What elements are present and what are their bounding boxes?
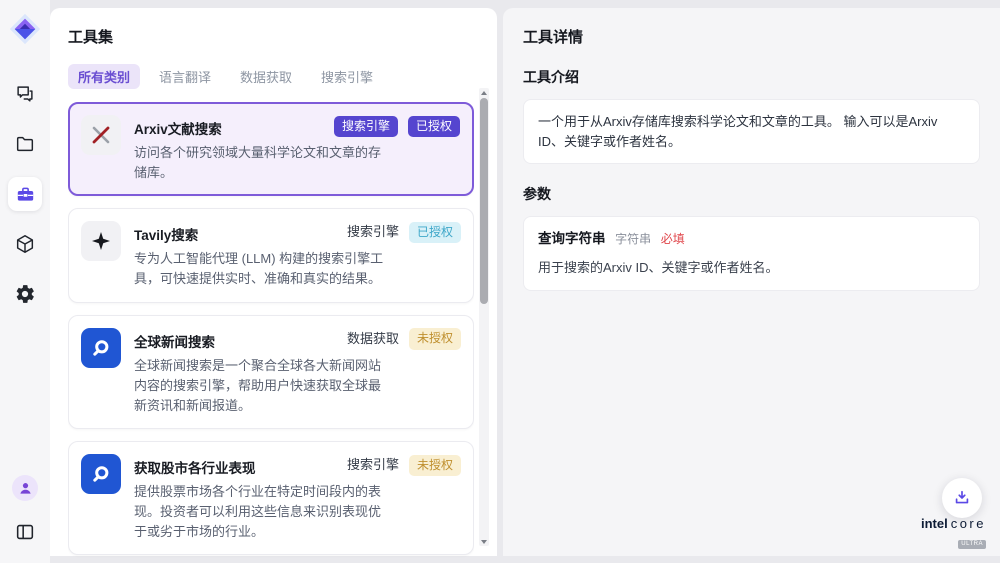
folder-icon[interactable] — [8, 127, 42, 161]
brand-intel: intel — [921, 516, 948, 531]
rail-nav — [8, 77, 42, 311]
category-badge: 搜索引擎 — [347, 221, 399, 244]
category-tab-1[interactable]: 语言翻译 — [149, 64, 221, 89]
intel-core-logo: intelcore ULTRA — [921, 515, 986, 550]
layout-toggle-icon[interactable] — [8, 515, 42, 549]
tool-card[interactable]: 全球新闻搜索全球新闻搜索是一个聚合全球各大新闻网站内容的搜索引擎，帮助用户快速获… — [68, 315, 474, 429]
parameter-desc: 用于搜索的Arxiv ID、关键字或作者姓名。 — [538, 258, 965, 278]
app-window: 工具集 所有类别语言翻译数据获取搜索引擎 Arxiv文献搜索访问各个研究领域大量… — [0, 0, 1000, 563]
scrollbar-thumb[interactable] — [480, 98, 488, 304]
details-title: 工具详情 — [523, 26, 980, 47]
category-tab-2[interactable]: 数据获取 — [230, 64, 302, 89]
toolset-title: 工具集 — [68, 26, 497, 47]
category-tabs: 所有类别语言翻译数据获取搜索引擎 — [68, 64, 497, 89]
category-tab-0[interactable]: 所有类别 — [68, 64, 140, 89]
tool-badges: 搜索引擎未授权 — [347, 454, 461, 477]
tool-desc: 专为人工智能代理 (LLM) 构建的搜索引擎工具，可快速提供实时、准确和真实的结… — [134, 249, 390, 289]
app-logo-icon — [8, 12, 42, 51]
icon-rail — [0, 0, 50, 563]
tool-card[interactable]: Arxiv文献搜索访问各个研究领域大量科学论文和文章的存储库。搜索引擎已授权 — [68, 102, 474, 196]
download-button[interactable] — [942, 478, 982, 518]
parameter-name: 查询字符串 — [538, 231, 606, 246]
params-heading: 参数 — [523, 184, 980, 204]
tool-list: Arxiv文献搜索访问各个研究领域大量科学论文和文章的存储库。搜索引擎已授权Ta… — [68, 102, 474, 563]
intro-heading: 工具介绍 — [523, 67, 980, 87]
tool-card[interactable]: 获取股市各行业表现提供股票市场各个行业在特定时间段内的表现。投资者可以利用这些信… — [68, 441, 474, 555]
parameter-card: 查询字符串 字符串 必填 用于搜索的Arxiv ID、关键字或作者姓名。 — [523, 216, 980, 291]
arxiv-logo — [81, 115, 121, 155]
status-badge: 已授权 — [408, 116, 460, 137]
chat-icon[interactable] — [8, 77, 42, 111]
tool-desc: 全球新闻搜索是一个聚合全球各大新闻网站内容的搜索引擎，帮助用户快速获取全球最新资… — [134, 356, 390, 416]
tool-desc: 访问各个研究领域大量科学论文和文章的存储库。 — [134, 143, 390, 183]
tool-badges: 搜索引擎已授权 — [334, 116, 460, 137]
scrollbar-down-arrow[interactable] — [479, 537, 489, 546]
tavily-logo — [81, 221, 121, 261]
parameter-header: 查询字符串 字符串 必填 — [538, 229, 965, 249]
juhe-logo — [81, 328, 121, 368]
category-badge: 搜索引擎 — [334, 116, 398, 137]
settings-icon[interactable] — [8, 277, 42, 311]
tool-card[interactable]: Tavily搜索专为人工智能代理 (LLM) 构建的搜索引擎工具，可快速提供实时… — [68, 208, 474, 302]
scrollbar[interactable] — [479, 88, 489, 546]
toolset-panel: 工具集 所有类别语言翻译数据获取搜索引擎 Arxiv文献搜索访问各个研究领域大量… — [50, 8, 497, 556]
scrollbar-up-arrow[interactable] — [479, 88, 489, 97]
status-badge: 未授权 — [409, 328, 461, 349]
parameter-required-badge: 必填 — [661, 232, 685, 246]
tool-badges: 搜索引擎已授权 — [347, 221, 461, 244]
category-tab-3[interactable]: 搜索引擎 — [311, 64, 383, 89]
status-badge: 已授权 — [409, 222, 461, 243]
cube-icon[interactable] — [8, 227, 42, 261]
rail-bottom — [8, 471, 42, 549]
intro-card: 一个用于从Arxiv存储库搜索科学论文和文章的工具。 输入可以是Arxiv ID… — [523, 99, 980, 164]
parameter-type: 字符串 — [615, 232, 651, 246]
toolbox-icon[interactable] — [8, 177, 42, 211]
category-badge: 数据获取 — [347, 328, 399, 351]
brand-core: core — [951, 516, 986, 531]
juhe-logo — [81, 454, 121, 494]
brand-ultra-badge: ULTRA — [958, 540, 986, 549]
category-badge: 搜索引擎 — [347, 454, 399, 477]
user-avatar-icon[interactable] — [8, 471, 42, 505]
tool-details-panel: 工具详情 工具介绍 一个用于从Arxiv存储库搜索科学论文和文章的工具。 输入可… — [503, 8, 1000, 556]
tool-desc: 提供股票市场各个行业在特定时间段内的表现。投资者可以利用这些信息来识别表现优于或… — [134, 482, 390, 542]
tool-badges: 数据获取未授权 — [347, 328, 461, 351]
status-badge: 未授权 — [409, 455, 461, 476]
